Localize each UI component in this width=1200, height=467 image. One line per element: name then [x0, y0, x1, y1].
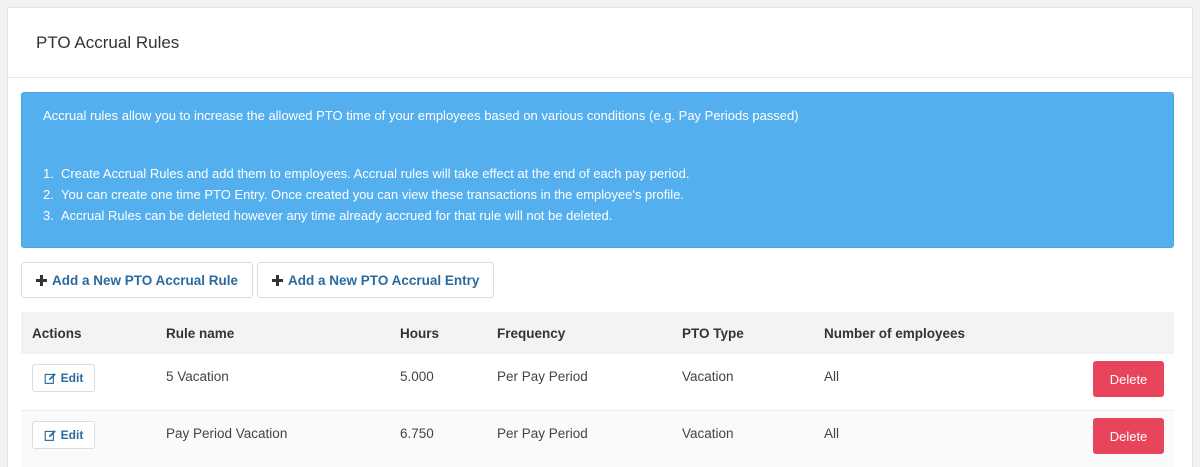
column-header-number-of-employees: Number of employees: [824, 325, 966, 341]
page-title: PTO Accrual Rules: [36, 33, 180, 52]
hours-cell: 5.000: [400, 369, 434, 384]
add-accrual-rule-label: Add a New PTO Accrual Rule: [52, 272, 239, 288]
alert-list: 1. Create Accrual Rules and add them to e…: [43, 163, 689, 226]
column-header-pto-type: PTO Type: [682, 325, 744, 341]
edit-label: Edit: [60, 428, 84, 442]
pto-type-cell: Vacation: [682, 426, 734, 441]
frequency-cell: Per Pay Period: [497, 426, 588, 441]
alert-list-item: 1. Create Accrual Rules and add them to e…: [43, 166, 690, 181]
accrual-rules-table: Actions Rule name Hours Frequency PTO Ty…: [21, 312, 1174, 467]
column-header-rule-name: Rule name: [166, 325, 235, 341]
rule-name-cell: 5 Vacation: [166, 369, 229, 384]
plus-icon: [272, 274, 284, 286]
alert-list-item: 2. You can create one time PTO Entry. Onc…: [43, 187, 684, 202]
frequency-cell: Per Pay Period: [497, 369, 588, 384]
pto-accrual-panel: PTO Accrual Rules Accrual rules allow yo…: [7, 7, 1193, 467]
plus-icon: [36, 274, 47, 286]
panel-header: PTO Accrual Rules: [8, 8, 1192, 78]
column-header-hours: Hours: [400, 325, 440, 341]
edit-label: Edit: [60, 371, 84, 385]
hours-cell: 6.750: [400, 426, 434, 441]
add-accrual-entry-label: Add a New PTO Accrual Entry: [288, 272, 480, 288]
edit-icon: [44, 372, 56, 384]
table-row: Edit Pay Period Vacation 6.750 Per Pay P…: [21, 411, 1174, 467]
delete-button[interactable]: Delete: [1093, 361, 1164, 397]
edit-icon: [44, 429, 56, 441]
alert-intro: Accrual rules allow you to increase the …: [43, 108, 799, 123]
table-header: Actions Rule name Hours Frequency PTO Ty…: [21, 312, 1174, 354]
column-header-actions: Actions: [32, 325, 82, 341]
delete-button[interactable]: Delete: [1093, 418, 1164, 454]
edit-button[interactable]: Edit: [32, 421, 95, 449]
add-accrual-entry-button[interactable]: Add a New PTO Accrual Entry: [257, 262, 495, 298]
edit-button[interactable]: Edit: [32, 364, 95, 392]
rule-name-cell: Pay Period Vacation: [166, 426, 288, 441]
pto-type-cell: Vacation: [682, 369, 734, 384]
column-header-frequency: Frequency: [497, 325, 566, 341]
alert-list-item: 3. Accrual Rules can be deleted however a…: [43, 208, 613, 223]
employees-cell: All: [824, 426, 840, 441]
employees-cell: All: [824, 369, 840, 384]
add-accrual-rule-button[interactable]: Add a New PTO Accrual Rule: [21, 262, 254, 298]
info-alert: Accrual rules allow you to increase the …: [21, 92, 1174, 248]
action-buttons: Add a New PTO Accrual Rule Add a New PTO…: [21, 262, 495, 298]
table-row: Edit 5 Vacation 5.000 Per Pay Period Vac…: [21, 354, 1174, 411]
